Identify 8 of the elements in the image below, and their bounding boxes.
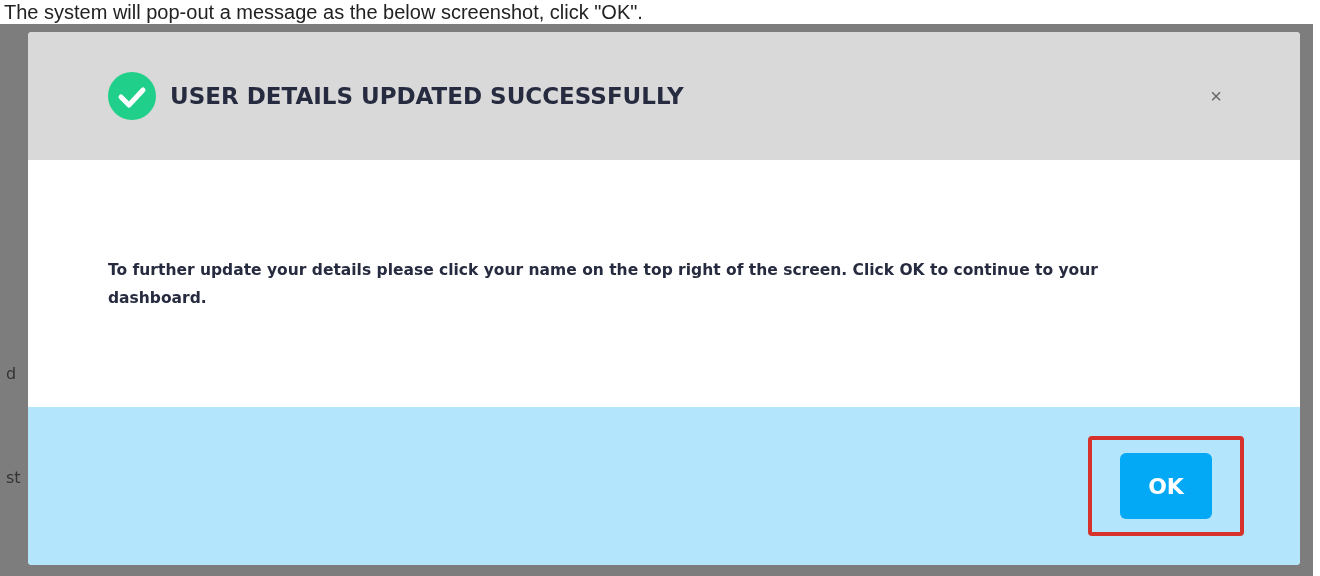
background-text: st [6, 468, 21, 487]
dialog-message: To further update your details please click your name on the top right of the screen. Click OK to continue to your dashboard. [108, 259, 1099, 309]
caption-text: The system will pop-out a message as the below screenshot, click "OK". [3, 0, 644, 24]
close-button[interactable]: × [1208, 84, 1224, 108]
background-text: d [6, 364, 18, 383]
dialog-title: USER DETAILS UPDATED SUCCESSFULLY [170, 83, 685, 109]
ok-button[interactable]: OK [1120, 453, 1212, 519]
check-icon [108, 72, 156, 120]
